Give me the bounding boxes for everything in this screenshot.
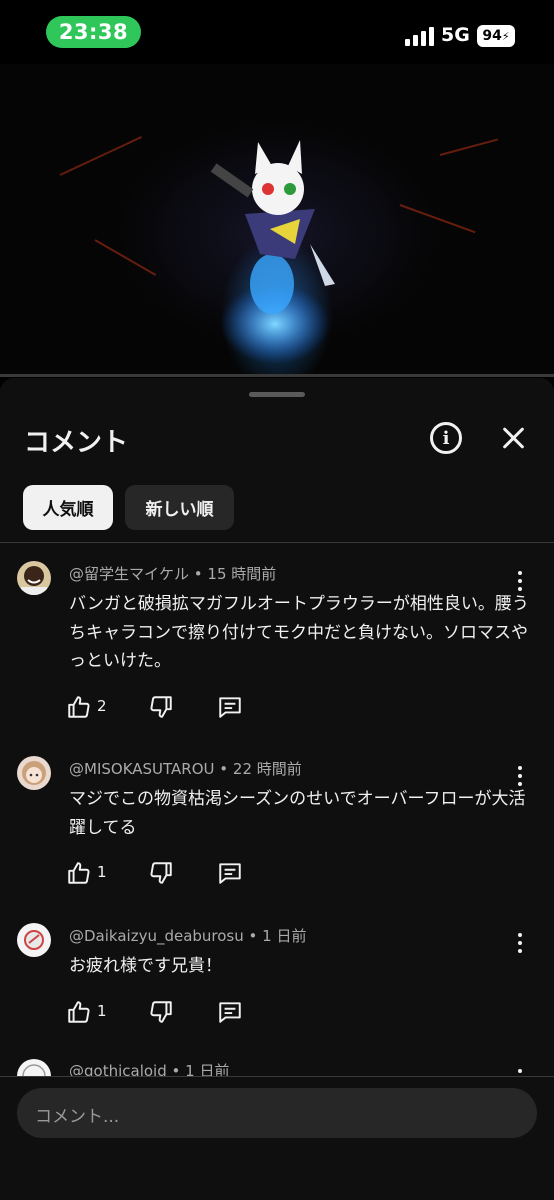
sort-chip-newest[interactable]: 新しい順	[125, 485, 234, 530]
like-icon[interactable]	[66, 860, 92, 886]
comment-author[interactable]: @MISOKASUTAROU	[69, 760, 215, 778]
comment-meta: @gothicaloid • 1 日前	[69, 1060, 229, 1076]
comments-title: コメント	[24, 428, 129, 458]
comment-time: 22 時間前	[232, 760, 302, 778]
more-options-icon[interactable]	[510, 1067, 530, 1076]
comment-actions: 1	[66, 999, 266, 1027]
battery-icon: 94 ⚡	[477, 25, 515, 47]
avatar[interactable]	[17, 1059, 51, 1076]
cellular-signal-icon	[405, 26, 435, 46]
comments-sheet: コメント i 人気順 新しい順 @留学生マイケル • 15 時間前 バンガと破損…	[0, 378, 554, 1200]
dislike-icon[interactable]	[148, 694, 174, 720]
status-bar: 23:38 5G 94 ⚡	[0, 0, 554, 64]
comment-time: 1 日前	[262, 927, 307, 945]
avatar[interactable]	[17, 923, 51, 957]
like-count: 2	[97, 697, 107, 715]
comment-time: 15 時間前	[207, 565, 277, 583]
comment-meta: @MISOKASUTAROU • 22 時間前	[69, 760, 302, 778]
reply-icon[interactable]	[217, 860, 243, 886]
comment-list[interactable]: @留学生マイケル • 15 時間前 バンガと破損拡マガフルオートプラウラーが相性…	[0, 543, 554, 1076]
comment-text: お疲れ様です兄貴！	[69, 956, 222, 976]
drag-handle[interactable]	[249, 392, 305, 397]
dislike-icon[interactable]	[148, 999, 174, 1025]
video-player[interactable]	[0, 64, 554, 376]
like-icon[interactable]	[66, 999, 92, 1025]
avatar[interactable]	[17, 561, 51, 595]
comment-text: バンガと破損拡マガフルオートプラウラーが相性良い。腰うちキャラコンで擦り付けてモ…	[69, 594, 529, 671]
comment-text: マジでこの物資枯渇シーズンのせいでオーバーフローが大活躍してる	[69, 789, 526, 838]
reply-icon[interactable]	[217, 999, 243, 1025]
close-icon[interactable]	[500, 424, 528, 452]
status-time: 23:38	[46, 16, 141, 48]
comment-author[interactable]: @留学生マイケル	[69, 565, 189, 583]
comment-input-bar: コメント...	[0, 1076, 554, 1200]
comment-time: 1 日前	[185, 1062, 230, 1076]
comment-input[interactable]: コメント...	[17, 1088, 537, 1138]
like-count: 1	[97, 863, 107, 881]
video-progress-bar[interactable]	[0, 374, 554, 377]
dislike-icon[interactable]	[148, 860, 174, 886]
comment-author[interactable]: @gothicaloid	[69, 1062, 167, 1076]
comment-meta: @留学生マイケル • 15 時間前	[69, 565, 277, 583]
comment-meta: @Daikaizyu_deaburosu • 1 日前	[69, 927, 307, 945]
comment-actions: 1	[66, 860, 266, 888]
info-icon[interactable]: i	[430, 422, 462, 454]
reply-icon[interactable]	[217, 694, 243, 720]
character-artwork	[210, 140, 335, 364]
avatar[interactable]	[17, 756, 51, 790]
comment-actions: 2	[66, 694, 266, 722]
like-count: 1	[97, 1002, 107, 1020]
like-icon[interactable]	[66, 694, 92, 720]
sort-chip-top[interactable]: 人気順	[23, 485, 113, 530]
comment-author[interactable]: @Daikaizyu_deaburosu	[69, 927, 244, 945]
battery-level: 94	[482, 28, 502, 44]
network-type: 5G	[441, 24, 470, 46]
comment-input-placeholder: コメント...	[35, 1107, 120, 1127]
